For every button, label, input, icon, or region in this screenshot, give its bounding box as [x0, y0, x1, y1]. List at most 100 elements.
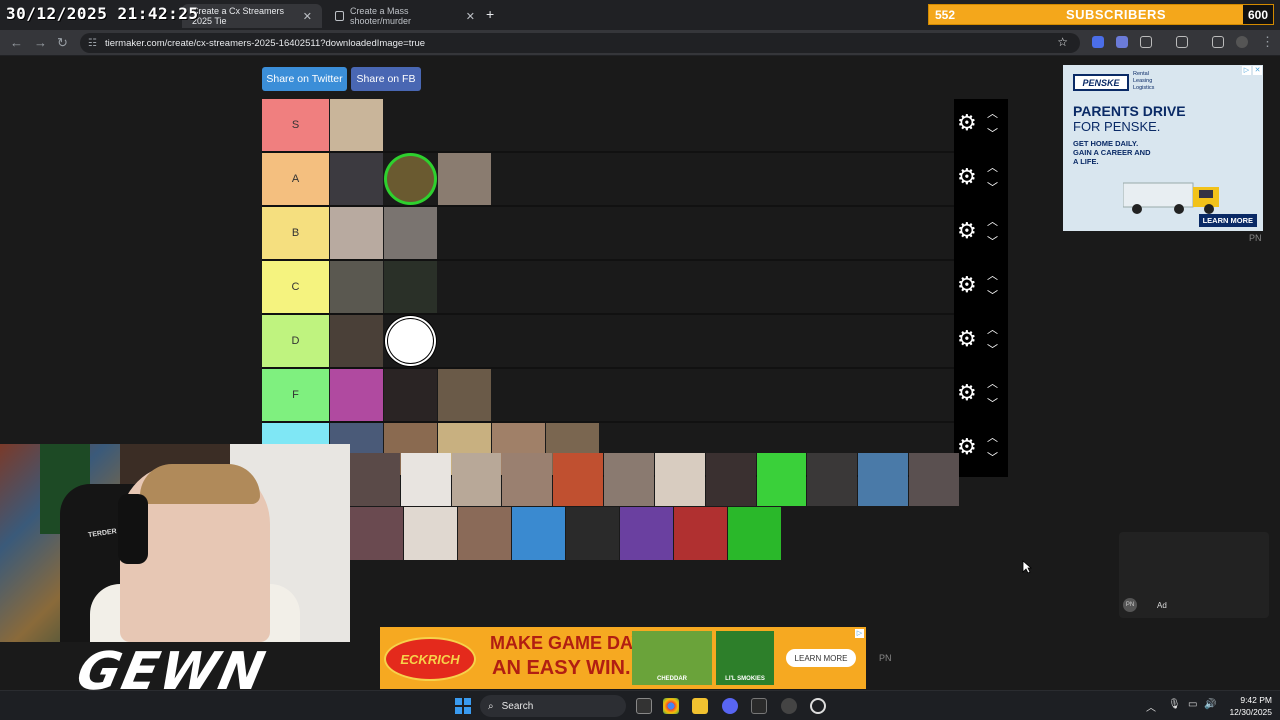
adchoices-icon[interactable]: ▷: [855, 629, 864, 638]
pool-item[interactable]: [858, 453, 909, 506]
chevron-up-icon[interactable]: ︿: [1146, 699, 1156, 714]
puzzle-icon[interactable]: [1140, 36, 1152, 48]
pool-item[interactable]: [458, 507, 511, 560]
penske-ad[interactable]: PENSKE Rental Leasing Logistics PARENTS …: [1063, 65, 1263, 231]
windows-start-icon[interactable]: [455, 698, 471, 714]
pool-item[interactable]: [553, 453, 604, 506]
gear-icon[interactable]: ⚙: [957, 220, 977, 242]
chevron-down-icon[interactable]: ﹀: [987, 125, 998, 141]
pool-item[interactable]: [728, 507, 781, 560]
menu-icon[interactable]: ⋮: [1261, 34, 1274, 50]
file-explorer-icon[interactable]: [692, 698, 708, 714]
pool-item[interactable]: [566, 507, 619, 560]
pool-item[interactable]: [620, 507, 673, 560]
tier-label[interactable]: C: [262, 261, 329, 313]
chevron-up-icon[interactable]: ︿: [987, 429, 998, 445]
pool-item[interactable]: [451, 453, 502, 506]
pool-item[interactable]: [654, 453, 705, 506]
gear-icon[interactable]: ⚙: [957, 328, 977, 350]
bookmark-star-icon[interactable]: ☆: [1057, 35, 1068, 49]
new-tab-button[interactable]: +: [486, 6, 494, 22]
chrome-icon[interactable]: [663, 698, 679, 714]
eckrich-ad[interactable]: ECKRICH MAKE GAME DAY AN EASY WIN. CHEDD…: [380, 627, 866, 689]
microphone-icon[interactable]: 🎙: [1168, 699, 1181, 710]
floating-video-ad[interactable]: PN Ad: [1119, 532, 1269, 618]
tab-tiermaker[interactable]: Create a Cx Streamers 2025 Tie ✕: [182, 4, 322, 28]
app-icon[interactable]: [781, 698, 797, 714]
pool-item[interactable]: [502, 453, 553, 506]
chevron-up-icon[interactable]: ︿: [987, 267, 998, 283]
pool-item[interactable]: [756, 453, 807, 506]
chevron-down-icon[interactable]: ﹀: [987, 179, 998, 195]
chevron-down-icon[interactable]: ﹀: [987, 287, 998, 303]
pool-item[interactable]: [705, 453, 756, 506]
chevron-up-icon[interactable]: ︿: [987, 321, 998, 337]
pool-item[interactable]: [674, 507, 727, 560]
chevron-up-icon[interactable]: ︿: [987, 213, 998, 229]
chevron-up-icon[interactable]: ︿: [987, 105, 998, 121]
tier-label[interactable]: S: [262, 99, 329, 151]
learn-more-button[interactable]: LEARN MORE: [786, 649, 856, 667]
close-icon[interactable]: ✕: [1253, 66, 1262, 75]
tier-label[interactable]: B: [262, 207, 329, 259]
tier-item[interactable]: [330, 99, 383, 151]
chevron-down-icon[interactable]: ﹀: [987, 233, 998, 249]
share-facebook-button[interactable]: Share on FB: [351, 67, 421, 91]
pool-item[interactable]: [604, 453, 654, 506]
tier-item[interactable]: [384, 315, 437, 367]
app-icon[interactable]: [751, 698, 767, 714]
learn-more-button[interactable]: LEARN MORE: [1198, 214, 1257, 227]
reload-icon[interactable]: ↻: [57, 35, 68, 51]
forward-icon[interactable]: →: [34, 35, 47, 50]
pool-item[interactable]: [512, 507, 565, 560]
tier-item[interactable]: [384, 153, 437, 205]
pool-item[interactable]: [909, 453, 959, 506]
media-icon[interactable]: [1212, 36, 1224, 48]
tier-item[interactable]: [384, 369, 437, 421]
url-bar[interactable]: ☷ tiermaker.com/create/cx-streamers-2025…: [80, 33, 1080, 53]
pool-item[interactable]: [404, 507, 457, 560]
tier-item[interactable]: [384, 261, 437, 313]
share-twitter-button[interactable]: Share on Twitter: [262, 67, 347, 91]
pool-item[interactable]: [807, 453, 858, 506]
extension-icon[interactable]: [1116, 36, 1128, 48]
gear-icon[interactable]: ⚙: [957, 112, 977, 134]
tier-item[interactable]: [330, 153, 383, 205]
tier-item[interactable]: [330, 369, 383, 421]
task-view-icon[interactable]: [636, 698, 652, 714]
extension-icon[interactable]: [1092, 36, 1104, 48]
tier-item[interactable]: [438, 369, 491, 421]
taskbar-search[interactable]: ⌕ Search: [480, 695, 626, 717]
tier-item[interactable]: [438, 153, 491, 205]
gear-icon[interactable]: ⚙: [957, 382, 977, 404]
gear-icon[interactable]: ⚙: [957, 166, 977, 188]
tab-second[interactable]: Create a Mass shooter/murder ✕: [325, 4, 485, 28]
network-icon[interactable]: ▭: [1188, 699, 1197, 710]
tier-item[interactable]: [330, 261, 383, 313]
site-info-icon[interactable]: ☷: [88, 38, 97, 49]
close-icon[interactable]: ✕: [303, 10, 312, 23]
discord-icon[interactable]: [722, 698, 738, 714]
tier-label[interactable]: D: [262, 315, 329, 367]
chevron-down-icon[interactable]: ﹀: [987, 449, 998, 465]
tier-label[interactable]: F: [262, 369, 329, 421]
back-icon[interactable]: ←: [10, 35, 23, 50]
tier-label[interactable]: A: [262, 153, 329, 205]
taskbar-clock[interactable]: 9:42 PM 12/30/2025: [1222, 694, 1272, 718]
pool-item[interactable]: [350, 507, 403, 560]
cast-icon[interactable]: [1176, 36, 1188, 48]
chevron-down-icon[interactable]: ﹀: [987, 341, 998, 357]
pool-item[interactable]: [350, 453, 400, 506]
profile-avatar[interactable]: [1236, 36, 1248, 48]
chevron-up-icon[interactable]: ︿: [987, 375, 998, 391]
close-icon[interactable]: ✕: [466, 10, 475, 23]
clock-app-icon[interactable]: [810, 698, 826, 714]
chevron-down-icon[interactable]: ﹀: [987, 395, 998, 411]
pool-item[interactable]: [400, 453, 451, 506]
tier-item[interactable]: [330, 315, 383, 367]
adchoices-icon[interactable]: ▷: [1242, 66, 1251, 75]
tier-item[interactable]: [384, 207, 437, 259]
chevron-up-icon[interactable]: ︿: [987, 159, 998, 175]
volume-icon[interactable]: 🔊: [1204, 699, 1216, 710]
gear-icon[interactable]: ⚙: [957, 274, 977, 296]
